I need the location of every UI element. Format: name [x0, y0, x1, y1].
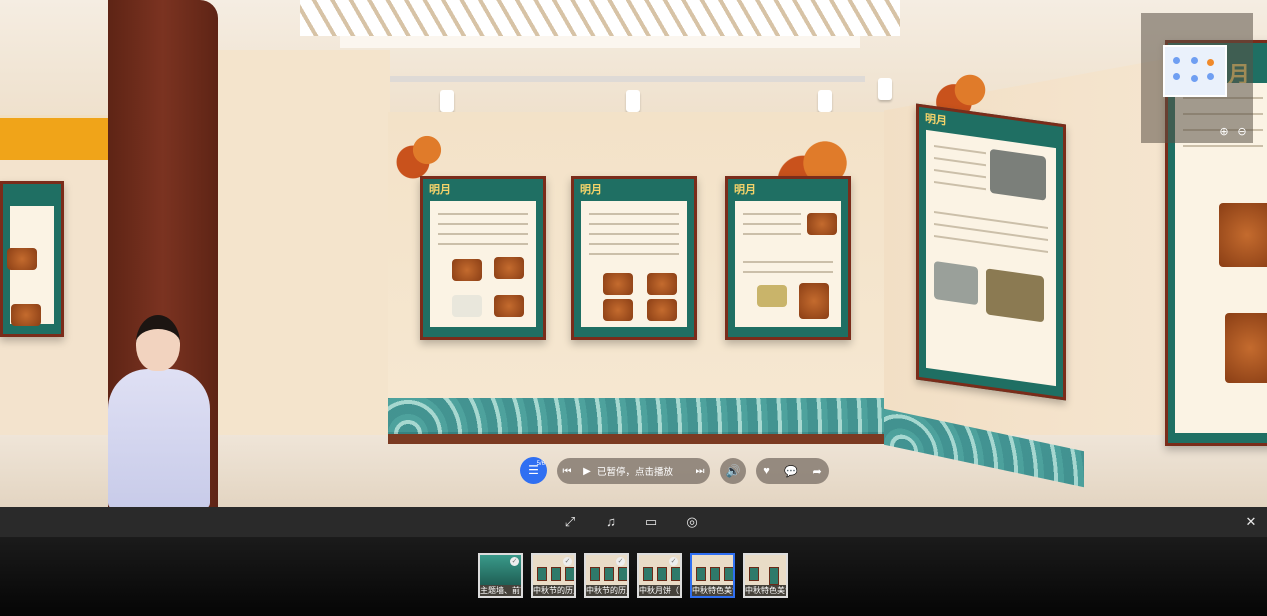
- vr-glasses-icon[interactable]: ▭: [643, 514, 659, 530]
- spotlight: [626, 90, 640, 112]
- zoom-in-icon[interactable]: ⊕: [1217, 125, 1231, 139]
- maple-leaves: [392, 120, 462, 180]
- poster-title: 明月: [925, 112, 947, 128]
- volume-button[interactable]: 🔊: [720, 458, 746, 484]
- spotlight: [878, 78, 892, 100]
- scene-list-button[interactable]: ☰ 5/6: [520, 457, 547, 484]
- close-icon[interactable]: ✕: [1243, 514, 1259, 530]
- wave-mural: [388, 398, 884, 434]
- guide-head: [136, 315, 180, 371]
- exhibit-poster[interactable]: 明月: [420, 176, 546, 340]
- skip-forward-icon[interactable]: ⏭: [690, 466, 710, 477]
- check-icon: ✓: [563, 557, 572, 566]
- light-track: [345, 76, 865, 82]
- poster-title: 明月: [580, 184, 602, 196]
- scene-thumb[interactable]: ✓ 中秋节的历史: [584, 553, 629, 598]
- ceiling-frame: [340, 36, 860, 48]
- scene-label: 主题墙、前言: [480, 585, 521, 596]
- bottom-toolbar: ⤢ ♫ ▭ ◎ ✕: [0, 507, 1267, 537]
- wall-band: [0, 118, 108, 160]
- check-icon: ✓: [616, 557, 625, 566]
- zoom-out-icon[interactable]: ⊖: [1235, 125, 1249, 139]
- scene-thumb[interactable]: ✓ 中秋月饼（: [637, 553, 682, 598]
- gyroscope-icon[interactable]: ◎: [684, 514, 700, 530]
- scene-label: 中秋节的历史: [533, 585, 574, 596]
- guide-dress: [108, 369, 210, 507]
- minimap-panel: ⊕ ⊖: [1141, 13, 1253, 143]
- poster-title: 明月: [429, 184, 451, 196]
- left-wall: [218, 50, 390, 445]
- virtual-guide[interactable]: [100, 315, 218, 507]
- scene-label: 中秋月饼（: [639, 585, 680, 596]
- expand-icon[interactable]: ⤢: [562, 514, 578, 530]
- music-off-icon[interactable]: ♫: [603, 514, 619, 530]
- audio-player: ⏮ ▶ 已暂停，点击播放 ⏭: [557, 458, 710, 484]
- exhibit-poster[interactable]: [0, 181, 64, 337]
- floor-plan-map[interactable]: [1163, 45, 1227, 97]
- exhibit-poster[interactable]: 明月: [725, 176, 851, 340]
- poster-title: 明月: [734, 184, 756, 196]
- player-status[interactable]: 已暂停，点击播放: [597, 464, 690, 478]
- check-icon: ✓: [669, 557, 678, 566]
- scene-label: 中秋特色美食: [745, 585, 786, 596]
- comment-icon[interactable]: 💬: [784, 465, 798, 478]
- scene-thumb[interactable]: ✓ 主题墙、前言: [478, 553, 523, 598]
- speaker-icon: 🔊: [725, 464, 741, 478]
- scene-thumb[interactable]: ✓ 中秋节的历史: [531, 553, 576, 598]
- menu-badge: 5/6: [536, 461, 545, 467]
- exhibit-poster[interactable]: 明月: [916, 103, 1066, 401]
- spotlight: [440, 90, 454, 112]
- exhibit-poster[interactable]: 明月: [571, 176, 697, 340]
- scene-thumb[interactable]: 中秋特色美食: [743, 553, 788, 598]
- play-icon[interactable]: ▶: [577, 466, 597, 477]
- panorama-view[interactable]: 明月 明月 明月 明月 月: [0, 0, 1267, 507]
- social-actions: ♥ 💬 ➦: [756, 458, 829, 484]
- heart-icon[interactable]: ♥: [763, 465, 770, 477]
- scene-label: 中秋特色美食: [692, 585, 733, 596]
- check-icon: ✓: [510, 557, 519, 566]
- spotlight: [818, 90, 832, 112]
- scene-label: 中秋节的历史: [586, 585, 627, 596]
- share-icon[interactable]: ➦: [813, 465, 822, 478]
- skip-back-icon[interactable]: ⏮: [557, 466, 577, 477]
- ceiling-slats: [300, 0, 900, 36]
- scene-thumb-active[interactable]: 中秋特色美食: [690, 553, 735, 598]
- scene-thumbnail-strip: ✓ 主题墙、前言 ✓ 中秋节的历史 ✓ 中秋节的历史 ✓ 中秋月饼（ 中秋特色美…: [0, 537, 1267, 616]
